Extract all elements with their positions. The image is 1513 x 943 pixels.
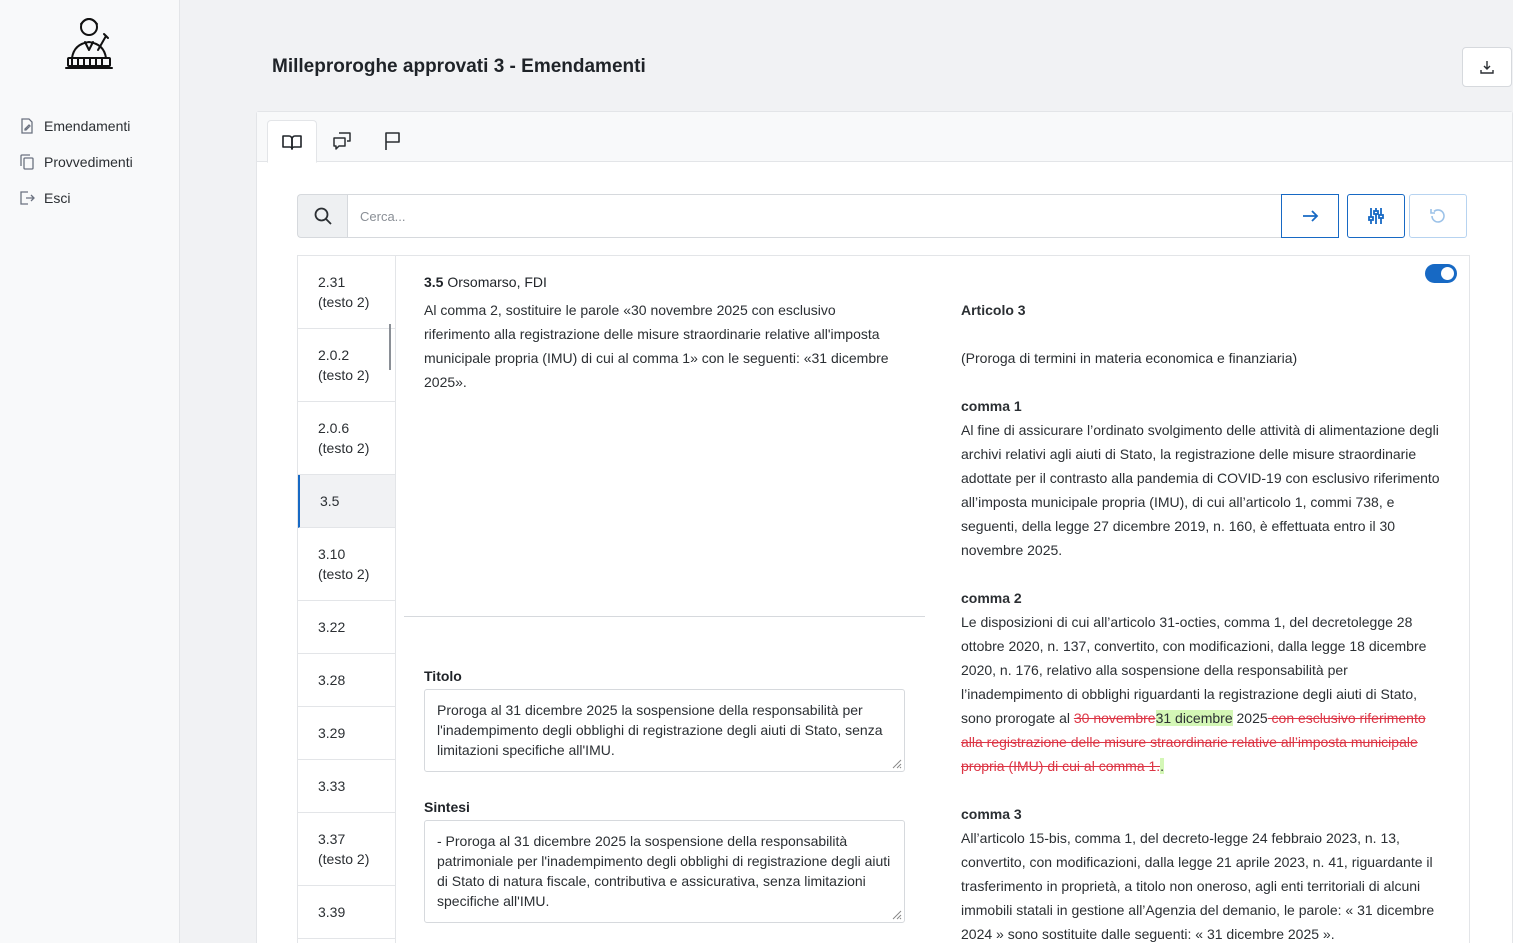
amendment-code: 2.31 xyxy=(318,274,346,290)
comma-2-label: comma 2 xyxy=(961,590,1022,606)
amendment-header: 3.5 Orsomarso, FDI xyxy=(424,274,547,290)
search-submit-button[interactable] xyxy=(1281,194,1339,238)
amendment-code: 3.10 xyxy=(318,546,346,562)
flag-icon xyxy=(385,132,400,150)
download-icon xyxy=(1480,61,1494,74)
download-button[interactable] xyxy=(1462,47,1512,87)
search-icon xyxy=(314,207,332,225)
amendment-code: 3.5 xyxy=(320,493,340,509)
amendment-note: (testo 2) xyxy=(318,440,370,456)
page-title: Milleproroghe approvati 3 - Emendamenti xyxy=(272,56,646,77)
amendment-code: 3.33 xyxy=(318,778,346,794)
amendment-code: 3.37 xyxy=(318,831,346,847)
sidebar: Emendamenti Provvedimenti Esci xyxy=(0,0,180,943)
resize-handle-icon[interactable] xyxy=(892,759,902,769)
sintesi-field[interactable]: - Proroga al 31 dicembre 2025 la sospens… xyxy=(424,820,905,923)
sintesi-text: - Proroga al 31 dicembre 2025 la sospens… xyxy=(437,833,891,909)
list-item-selected[interactable]: 3.5 xyxy=(298,475,395,528)
sidebar-item-provvedimenti[interactable]: Provvedimenti xyxy=(0,144,179,180)
amendment-code: 3.5 xyxy=(424,274,444,290)
tab-comments[interactable] xyxy=(317,120,367,162)
divider xyxy=(404,616,925,617)
comma-3-text: All’articolo 15-bis, comma 1, del decret… xyxy=(961,830,1435,942)
article-text: Articolo 3 (Proroga di termini in materi… xyxy=(961,298,1451,943)
amendment-note: (testo 2) xyxy=(318,566,370,582)
amendment-code: 2.0.2 xyxy=(318,347,350,363)
comma-1-text: Al fine di assicurare l’ordinato svolgim… xyxy=(961,422,1440,558)
search-addon xyxy=(297,194,347,238)
comma-2-text: Le disposizioni di cui all’articolo 31-o… xyxy=(961,610,1451,778)
tab-text[interactable] xyxy=(267,120,317,163)
sidebar-item-label: Emendamenti xyxy=(44,118,131,134)
list-item[interactable]: 3.29 xyxy=(298,707,395,760)
list-item[interactable]: 2.0.6 (testo 2) xyxy=(298,402,395,475)
inserted-text: 31 dicembre xyxy=(1155,710,1233,726)
comma-3-label: comma 3 xyxy=(961,806,1022,822)
list-item[interactable]: 2.0.2 (testo 2) xyxy=(298,329,395,402)
resize-handle-icon[interactable] xyxy=(892,910,902,920)
article-title: Articolo 3 xyxy=(961,302,1026,318)
content-card: 2.31 (testo 2) 2.0.2 (testo 2) 2.0.6 (te… xyxy=(256,111,1513,943)
amendment-code: 3.39 xyxy=(318,904,346,920)
arrow-right-icon xyxy=(1303,210,1319,222)
logout-icon xyxy=(18,189,36,207)
sidebar-item-emendamenti[interactable]: Emendamenti xyxy=(0,108,179,144)
tab-flags[interactable] xyxy=(367,120,417,162)
article-subtitle: (Proroga di termini in materia economica… xyxy=(961,350,1298,366)
amendment-author: Orsomarso, FDI xyxy=(447,274,547,290)
filters-button[interactable] xyxy=(1347,194,1405,238)
comma-1-label: comma 1 xyxy=(961,398,1022,414)
sintesi-label: Sintesi xyxy=(424,799,470,815)
amendment-code: 3.28 xyxy=(318,672,346,688)
titolo-field[interactable]: Proroga al 31 dicembre 2025 la sospensio… xyxy=(424,689,905,772)
book-open-icon xyxy=(282,134,302,150)
amendment-code: 3.29 xyxy=(318,725,346,741)
amendment-note: (testo 2) xyxy=(318,851,370,867)
amendment-text: Al comma 2, sostituire le parole «30 nov… xyxy=(424,302,889,390)
sidebar-item-esci[interactable]: Esci xyxy=(0,180,179,216)
list-item[interactable]: 3.28 xyxy=(298,654,395,707)
list-item[interactable]: 3.37 (testo 2) xyxy=(298,813,395,886)
logo[interactable] xyxy=(58,12,120,74)
list-item[interactable]: 3.10 (testo 2) xyxy=(298,528,395,601)
sidebar-item-label: Provvedimenti xyxy=(44,154,133,170)
tab-bar xyxy=(257,112,1512,163)
inserted-text: . xyxy=(1160,758,1165,774)
list-item[interactable]: 3.33 xyxy=(298,760,395,813)
list-scrollbar[interactable] xyxy=(389,324,391,370)
amendment-note: (testo 2) xyxy=(318,294,370,310)
main-area: Milleproroghe approvati 3 - Emendamenti xyxy=(180,0,1513,943)
amendment-code: 2.0.6 xyxy=(318,420,350,436)
list-item[interactable]: 3.22 xyxy=(298,601,395,654)
sliders-icon xyxy=(1368,208,1384,224)
chat-bubbles-icon xyxy=(333,132,351,150)
amendment-code: 3.22 xyxy=(318,619,346,635)
amendment-detail: 3.5 Orsomarso, FDI Al comma 2, sostituir… xyxy=(396,255,1470,943)
titolo-text: Proroga al 31 dicembre 2025 la sospensio… xyxy=(437,702,883,758)
reset-button[interactable] xyxy=(1409,194,1467,238)
sidebar-nav: Emendamenti Provvedimenti Esci xyxy=(0,108,179,216)
amendment-list[interactable]: 2.31 (testo 2) 2.0.2 (testo 2) 2.0.6 (te… xyxy=(297,255,396,943)
list-item[interactable]: 2.31 (testo 2) xyxy=(298,256,395,329)
titolo-label: Titolo xyxy=(424,668,462,684)
compare-toggle[interactable] xyxy=(1425,264,1457,283)
deleted-text: 30 novembre xyxy=(1073,710,1156,726)
documents-copy-icon xyxy=(18,153,36,171)
search-bar xyxy=(297,194,1469,238)
amendment-note: (testo 2) xyxy=(318,367,370,383)
sidebar-item-label: Esci xyxy=(44,190,71,206)
search-input[interactable] xyxy=(347,194,1282,238)
comma-2-part: 2025 xyxy=(1232,710,1268,726)
document-edit-icon xyxy=(18,117,36,135)
refresh-icon xyxy=(1430,209,1445,223)
list-item[interactable]: 3.39 xyxy=(298,886,395,939)
